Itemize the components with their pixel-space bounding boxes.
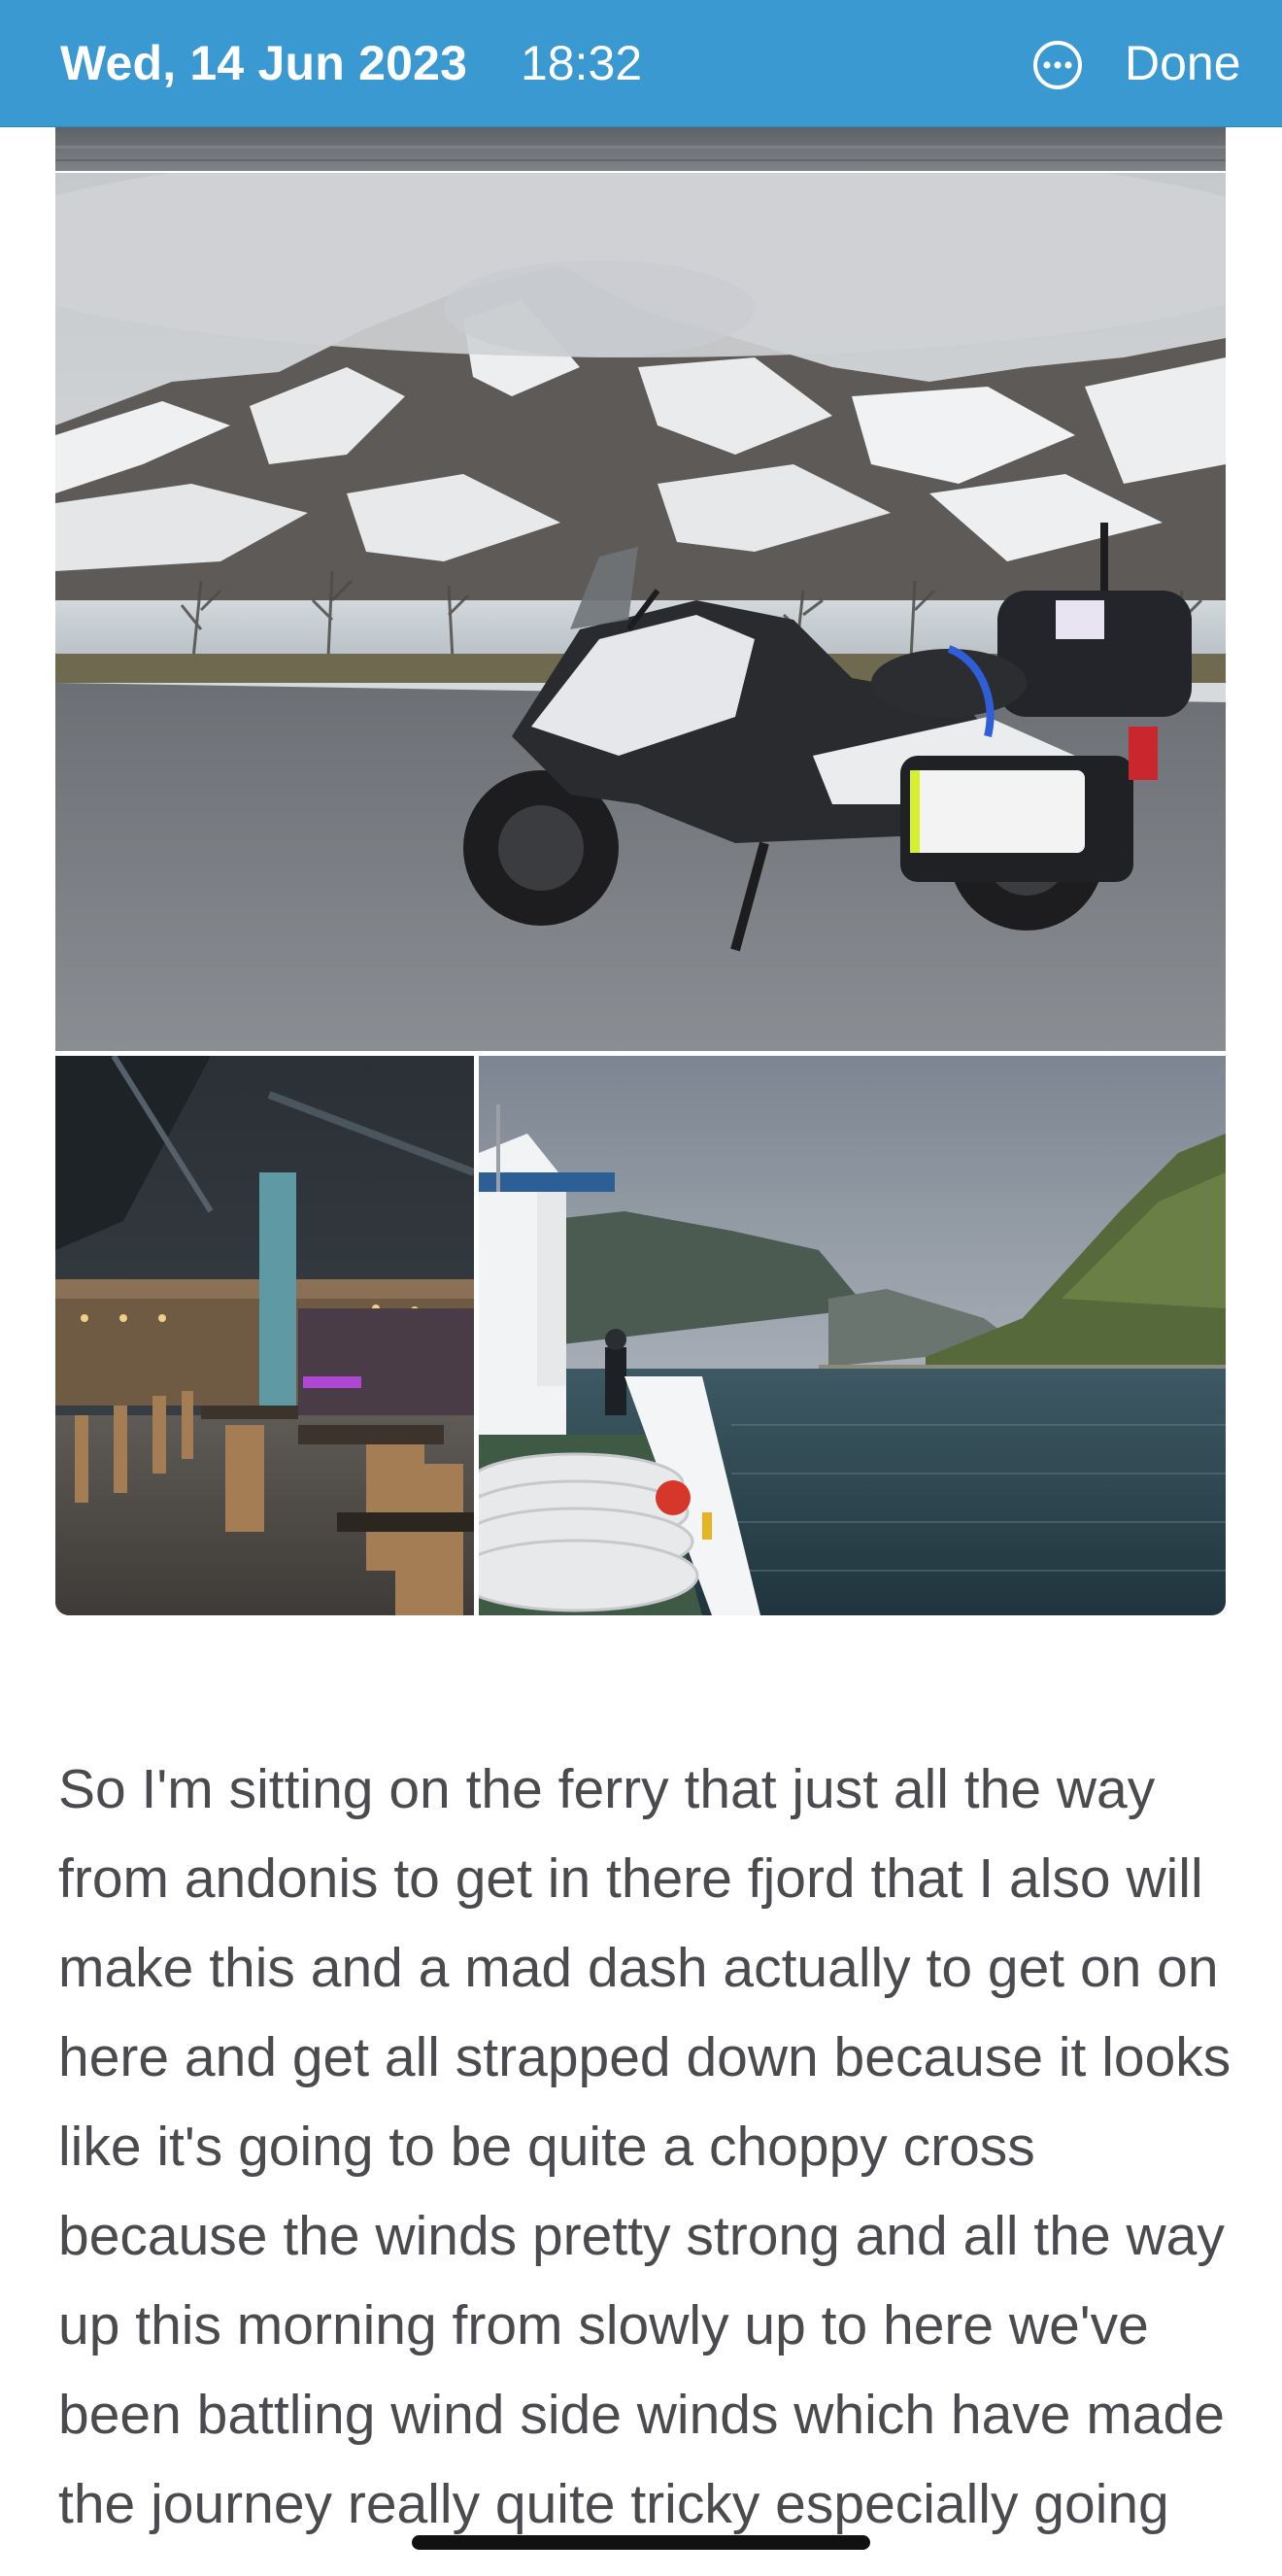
home-indicator[interactable] [412,2535,870,2550]
done-button[interactable]: Done [1125,33,1241,93]
journal-entry-screen: Wed, 14 Jun 2023 18:32 Done So I'm sitti… [0,0,1282,2576]
more-options-button[interactable] [1031,39,1084,91]
entry-time[interactable]: 18:32 [521,33,642,93]
partial-photo-top[interactable] [55,126,1226,171]
restaurant-photo[interactable] [55,1056,474,1615]
ellipsis-circle-icon [1033,41,1082,89]
entry-body-text[interactable]: So I'm sitting on the ferry that just al… [58,1745,1233,2576]
entry-date[interactable]: Wed, 14 Jun 2023 [60,33,467,93]
motorcycle-photo[interactable] [55,173,1226,1051]
ferry-photo[interactable] [479,1056,1226,1615]
header-bar: Wed, 14 Jun 2023 18:32 Done [0,0,1282,127]
